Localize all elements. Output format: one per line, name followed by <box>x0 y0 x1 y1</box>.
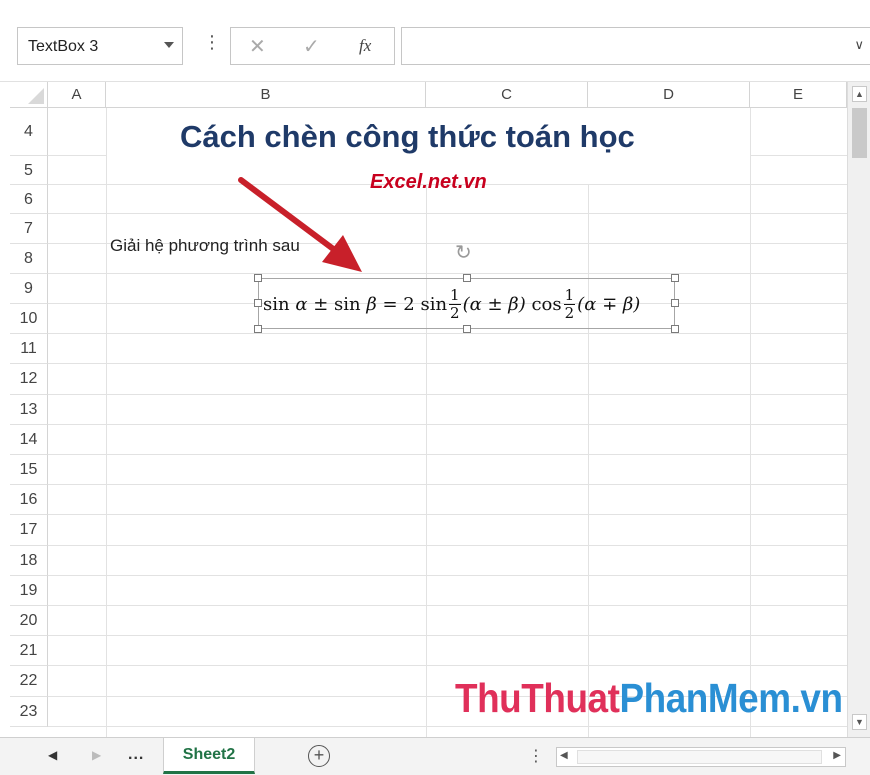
add-sheet-icon[interactable]: + <box>308 745 330 767</box>
watermark: ThuThuatPhanMem.vn <box>455 675 843 722</box>
vertical-scrollbar[interactable]: ▲ ▼ <box>847 82 870 737</box>
sheet-tab-bar: ◀ ▶ ... Sheet2 + ⋮ ◀ ▶ <box>0 737 870 775</box>
name-box-value: TextBox 3 <box>28 38 99 55</box>
name-box[interactable]: TextBox 3 <box>17 27 183 65</box>
insert-function-icon[interactable]: fx <box>359 36 371 56</box>
formula-bar-grip-icon: ⋮ <box>203 32 221 52</box>
formula-input[interactable]: ∨ <box>401 27 870 65</box>
watermark-part2: PhanMem.vn <box>619 675 843 721</box>
hscroll-thumb[interactable] <box>577 750 822 764</box>
formula-bar: TextBox 3 ⋮ ✕ ✓ fx ∨ <box>0 0 870 82</box>
scroll-down-icon[interactable]: ▼ <box>852 714 867 730</box>
cancel-icon[interactable]: ✕ <box>249 34 266 59</box>
more-sheets-button[interactable]: ... <box>128 746 144 764</box>
name-box-dropdown-icon[interactable] <box>164 42 174 48</box>
scroll-thumb[interactable] <box>852 108 867 158</box>
tab-split-grip-icon[interactable]: ⋮ <box>528 746 544 766</box>
next-sheet-icon[interactable]: ▶ <box>92 748 101 762</box>
scroll-up-icon[interactable]: ▲ <box>852 86 867 102</box>
watermark-part1: ThuThuat <box>455 675 620 721</box>
tab-sheet2[interactable]: Sheet2 <box>163 738 255 774</box>
prev-sheet-icon[interactable]: ◀ <box>48 748 57 762</box>
scroll-left-icon[interactable]: ◀ <box>560 750 568 761</box>
scroll-right-icon[interactable]: ▶ <box>833 750 841 761</box>
red-arrow-icon <box>238 177 362 272</box>
enter-icon[interactable]: ✓ <box>303 34 320 59</box>
horizontal-scrollbar[interactable]: ◀ ▶ <box>556 747 846 767</box>
expand-formula-icon[interactable]: ∨ <box>854 37 864 53</box>
formula-buttons: ✕ ✓ fx <box>230 27 395 65</box>
worksheet-grid[interactable]: ABCDE 4 5 6 7 8 9 10 11 12 13 14 15 16 17 18 19 20 21 22 23… <box>0 82 870 737</box>
